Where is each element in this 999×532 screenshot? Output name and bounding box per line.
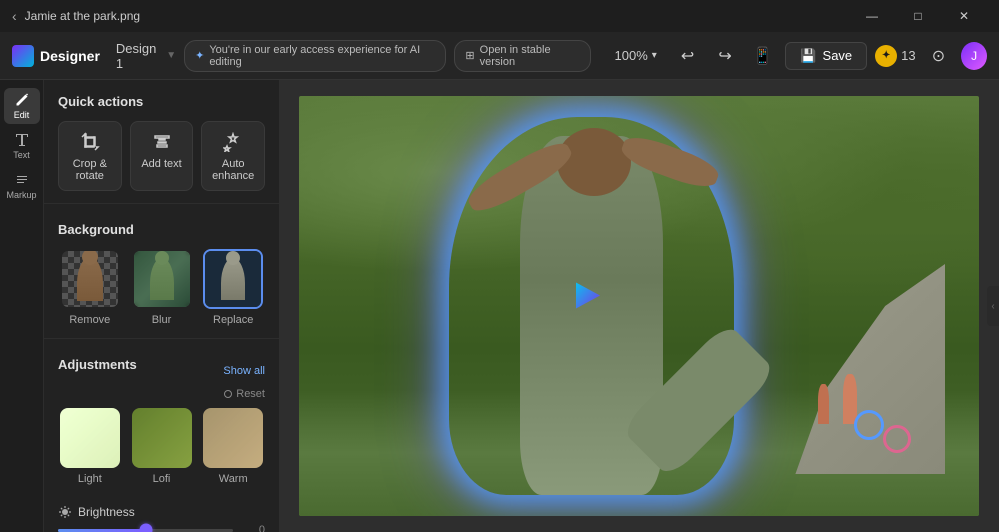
filter-light[interactable]: Light	[58, 408, 122, 485]
redo-button[interactable]: ↪	[710, 40, 740, 72]
adjustments-header: Adjustments Show all	[58, 357, 265, 384]
designer-play-icon	[564, 274, 606, 321]
filter-options: Light Lofi Warm	[58, 408, 265, 497]
minimize-button[interactable]: —	[849, 0, 895, 32]
background-title: Background	[58, 222, 265, 237]
sidebar-item-edit[interactable]: Edit	[4, 88, 40, 124]
filter-warm-label: Warm	[219, 473, 248, 485]
filter-warm[interactable]: Warm	[201, 408, 265, 485]
background-options: Remove Blur	[58, 249, 265, 326]
titlebar: ‹ Jamie at the park.png — □ ✕	[0, 0, 999, 32]
adjustments-title: Adjustments	[58, 357, 137, 372]
show-all-button[interactable]: Show all	[223, 365, 265, 377]
maximize-button[interactable]: □	[895, 0, 941, 32]
sidebar-item-text[interactable]: Text	[4, 128, 40, 164]
brightness-label: Brightness	[78, 505, 135, 519]
brightness-slider[interactable]	[58, 523, 233, 532]
add-text-button[interactable]: Add text	[130, 121, 194, 191]
reset-button[interactable]: Reset	[223, 388, 265, 400]
close-button[interactable]: ✕	[941, 0, 987, 32]
blur-bg-label: Blur	[152, 314, 172, 326]
zoom-control[interactable]: 100% ▾	[607, 44, 665, 67]
sidebar-item-markup[interactable]: Markup	[4, 168, 40, 204]
filter-light-thumb	[60, 408, 120, 468]
share-button[interactable]: ⊙	[924, 40, 954, 72]
credits-icon: ✦	[875, 45, 897, 67]
replace-bg-thumb	[203, 249, 263, 309]
window-title: Jamie at the park.png	[25, 9, 140, 23]
brightness-slider-section: Brightness 0	[44, 505, 279, 532]
canvas-image	[299, 96, 979, 516]
filter-warm-thumb	[203, 408, 263, 468]
save-button[interactable]: 💾 Save	[785, 42, 867, 70]
adjustments-section: Adjustments Show all Reset Light Lofi	[44, 343, 279, 505]
back-button[interactable]: ‹	[12, 8, 17, 24]
quick-actions-title: Quick actions	[58, 94, 265, 109]
open-stable-button[interactable]: ⊞ Open in stable version	[454, 40, 590, 72]
quick-actions-section: Quick actions Crop & rotate Add text	[44, 80, 279, 199]
background-section: Background Remove	[44, 208, 279, 334]
auto-enhance-button[interactable]: Auto enhance	[201, 121, 265, 191]
mobile-preview-button[interactable]: 📱	[748, 40, 778, 72]
brand-logo: Designer	[12, 45, 100, 67]
early-access-badge: ✦ You're in our early access experience …	[184, 40, 446, 72]
panel-collapse-arrow[interactable]: ‹	[987, 286, 999, 326]
filter-light-label: Light	[78, 473, 102, 485]
left-panel: Quick actions Crop & rotate Add text	[44, 80, 279, 532]
brand-name: Designer	[40, 48, 100, 64]
remove-bg-thumb	[60, 249, 120, 309]
filter-lofi[interactable]: Lofi	[130, 408, 194, 485]
canvas-area: ‹	[279, 80, 999, 532]
quick-actions-grid: Crop & rotate Add text Auto enhance	[58, 121, 265, 191]
icon-sidebar: Edit Text Markup	[0, 80, 44, 532]
main-area: Edit Text Markup Quick actions	[0, 80, 999, 532]
undo-button[interactable]: ↩	[673, 40, 703, 72]
filter-lofi-label: Lofi	[153, 473, 171, 485]
filter-lofi-thumb	[132, 408, 192, 468]
photo-background	[299, 96, 979, 516]
brand-icon	[12, 45, 34, 67]
credits-count: 13	[901, 48, 915, 63]
remove-bg-label: Remove	[69, 314, 110, 326]
brightness-value: 0	[241, 524, 265, 532]
toolbar: Designer Design 1 ▼ ✦ You're in our earl…	[0, 32, 999, 80]
crop-rotate-button[interactable]: Crop & rotate	[58, 121, 122, 191]
blur-bg-thumb	[132, 249, 192, 309]
replace-bg-option[interactable]: Replace	[201, 249, 265, 326]
design-name[interactable]: Design 1 ▼	[116, 41, 176, 71]
remove-bg-option[interactable]: Remove	[58, 249, 122, 326]
replace-bg-label: Replace	[213, 314, 253, 326]
user-avatar[interactable]: J	[961, 42, 987, 70]
blur-bg-option[interactable]: Blur	[130, 249, 194, 326]
